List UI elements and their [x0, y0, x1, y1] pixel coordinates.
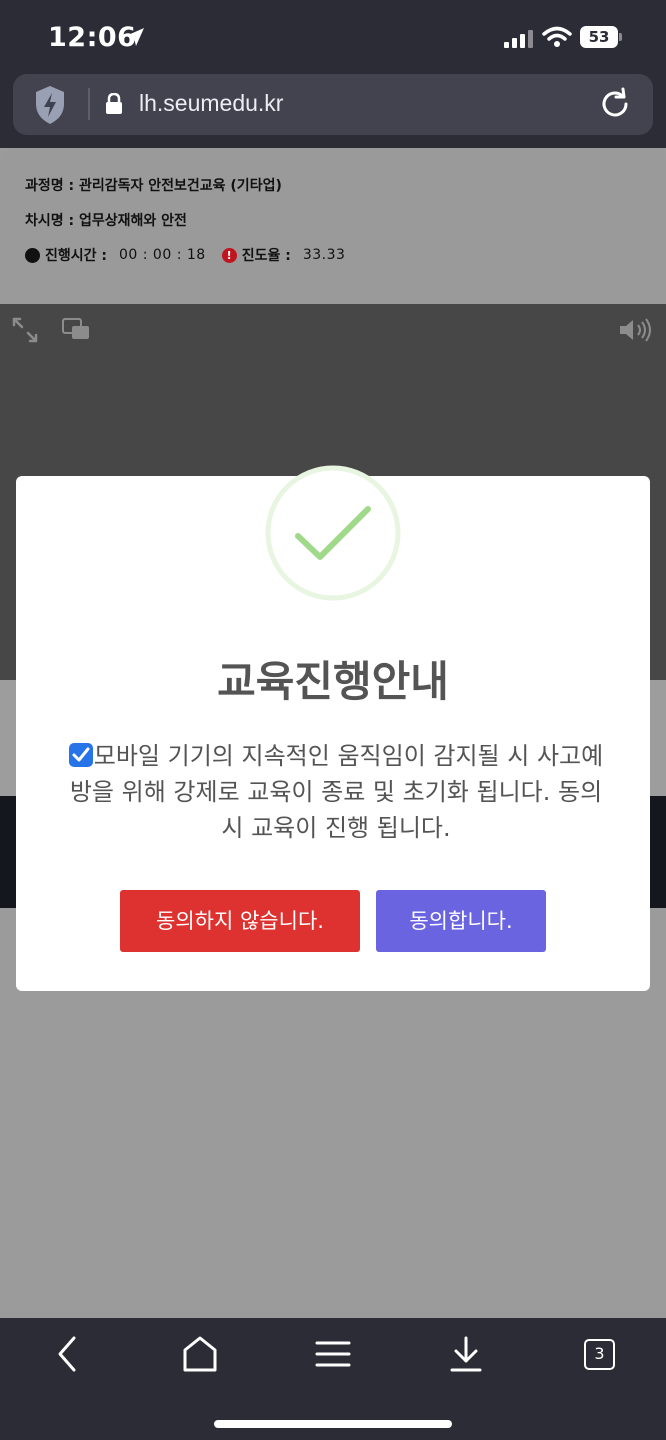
- pip-icon[interactable]: [62, 318, 90, 340]
- clock-icon: [25, 247, 40, 263]
- progress-label: 진도율 :: [241, 248, 291, 264]
- page: 12:06 53 lh.seumedu.kr 과정명: 관리감독자 안전보건교…: [0, 0, 666, 1440]
- progress-value: 33.33: [302, 247, 346, 263]
- course-name: 과정명 : 관리감독자 안전보건교육 (기타업): [25, 178, 282, 194]
- expand-icon[interactable]: [12, 317, 38, 343]
- modal-message: 모바일 기기의 지속적인 움직임이 감지될 시 사고예방을 위해 강제로 교육이…: [69, 742, 604, 842]
- menu-icon[interactable]: [313, 1334, 353, 1374]
- modal-title: 교육진행안내: [217, 657, 449, 706]
- alert-icon: !: [221, 247, 237, 263]
- battery-level: 53: [580, 26, 618, 48]
- status-bar: 12:06 53: [0, 0, 666, 74]
- back-icon[interactable]: [48, 1334, 88, 1374]
- download-icon[interactable]: [446, 1334, 486, 1374]
- battery-icon: 53: [580, 26, 622, 48]
- modal-message-block: 모바일 기기의 지속적인 움직임이 감지될 시 사고예방을 위해 강제로 교육이…: [62, 738, 610, 846]
- browser-top-bar: lh.seumedu.kr: [0, 74, 666, 148]
- browser-bottom-toolbar: 3: [0, 1318, 666, 1440]
- battery-tip: [619, 33, 622, 41]
- shield-icon[interactable]: [33, 84, 67, 126]
- agree-checkbox[interactable]: [68, 743, 93, 767]
- url-separator: [88, 88, 90, 120]
- address-bar[interactable]: lh.seumedu.kr: [13, 74, 653, 135]
- volume-icon[interactable]: [618, 317, 654, 343]
- signal-icon: [504, 30, 533, 48]
- elapsed-value: 00 : 00 : 18: [119, 247, 206, 263]
- education-notice-modal: 교육진행안내 모바일 기기의 지속적인 움직임이 감지될 시 사고예방을 위해 …: [16, 465, 650, 991]
- elapsed-label: 진행시간 :: [45, 248, 107, 264]
- tab-count: 3: [584, 1339, 615, 1370]
- home-indicator[interactable]: [214, 1420, 452, 1428]
- progress-row: 진행시간 : 00 : 00 : 18 ! 진도율 : 33.33: [25, 245, 345, 265]
- agree-button[interactable]: 동의합니다.: [376, 890, 546, 952]
- url-text[interactable]: lh.seumedu.kr: [139, 90, 283, 117]
- lock-icon: [106, 93, 122, 114]
- success-check-icon: [265, 465, 401, 601]
- wifi-icon: [542, 26, 572, 47]
- reload-icon[interactable]: [597, 86, 633, 122]
- disagree-button[interactable]: 동의하지 않습니다.: [120, 890, 360, 952]
- home-icon[interactable]: [180, 1334, 220, 1374]
- course-info-panel: 과정명 : 관리감독자 안전보건교육 (기타업) 차시명 : 업무상재해와 안전…: [0, 148, 666, 304]
- tabs-icon[interactable]: 3: [580, 1334, 620, 1374]
- lesson-name: 차시명 : 업무상재해와 안전: [25, 213, 187, 229]
- location-arrow-icon: [126, 28, 144, 46]
